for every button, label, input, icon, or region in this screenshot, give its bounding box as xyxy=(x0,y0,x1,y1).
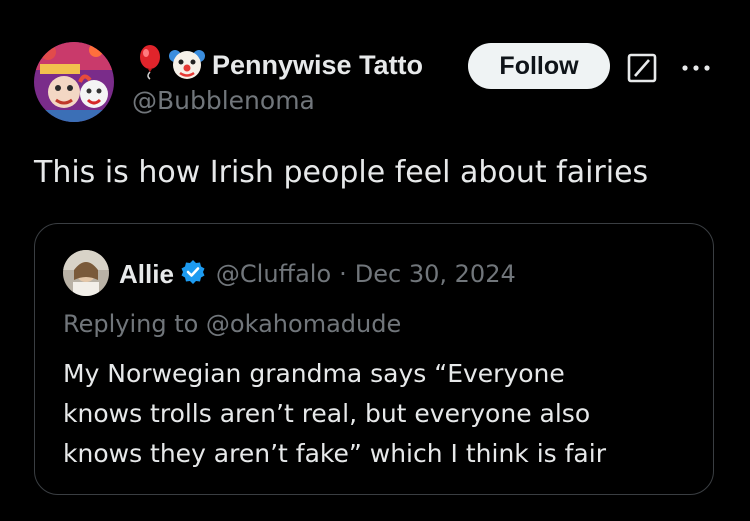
author-handle[interactable]: @Bubblenoma xyxy=(132,86,315,115)
verified-badge-icon xyxy=(180,259,206,289)
clown-face-icon xyxy=(168,44,206,86)
grok-icon[interactable] xyxy=(626,52,658,88)
quoted-tweet-card[interactable]: Allie @Cluffalo · Dec 30, 2024 Replying … xyxy=(34,223,714,495)
tweet-text: This is how Irish people feel about fair… xyxy=(34,155,649,190)
quoted-author-name[interactable]: Allie xyxy=(119,259,174,290)
quoted-tweet-date[interactable]: Dec 30, 2024 xyxy=(355,260,516,288)
separator-dot: · xyxy=(339,260,347,288)
quoted-tweet-header: Allie @Cluffalo · Dec 30, 2024 xyxy=(119,254,516,294)
quoted-body-line: knows trolls aren’t real, but everyone a… xyxy=(63,399,591,428)
quoted-author-handle[interactable]: @Cluffalo xyxy=(216,260,331,288)
author-name-row[interactable]: Pennywise Tatto xyxy=(138,44,423,86)
quoted-body-line: My Norwegian grandma says “Everyone xyxy=(63,359,565,388)
author-avatar[interactable] xyxy=(34,42,114,122)
quoted-body-line: knows they aren’t fake” which I think is… xyxy=(63,439,606,468)
quoted-tweet-body: My Norwegian grandma says “Everyone know… xyxy=(63,354,693,474)
quoted-author-avatar[interactable] xyxy=(63,250,109,296)
more-options-icon[interactable] xyxy=(680,58,712,82)
balloon-icon xyxy=(138,45,162,85)
replying-to-label: Replying to @okahomadude xyxy=(63,310,402,338)
author-display-name[interactable]: Pennywise Tatto xyxy=(212,50,423,81)
follow-button[interactable]: Follow xyxy=(468,43,610,89)
